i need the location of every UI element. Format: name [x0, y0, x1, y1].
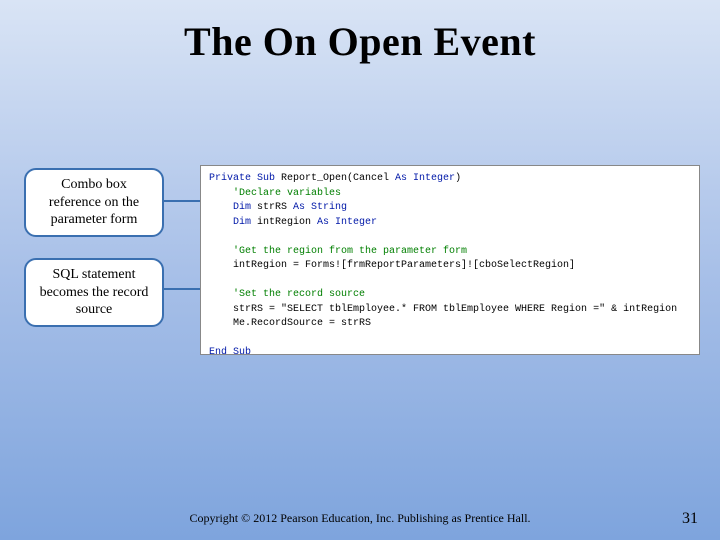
page-number: 31	[682, 510, 698, 528]
code-text: Report_Open(Cancel	[275, 173, 395, 184]
callout-sql-statement: SQL statement becomes the record source	[24, 258, 164, 327]
code-text: intRegion = Forms![frmReportParameters]!…	[209, 260, 575, 271]
code-text: )	[455, 173, 461, 184]
code-kw: Dim	[209, 202, 251, 213]
code-kw: As Integer	[395, 173, 455, 184]
code-comment: 'Set the record source	[209, 289, 365, 300]
slide-title: The On Open Event	[0, 0, 720, 65]
code-text: strRS	[251, 202, 293, 213]
code-screenshot: Private Sub Report_Open(Cancel As Intege…	[200, 165, 700, 355]
code-kw: End Sub	[209, 347, 251, 355]
code-kw: Dim	[209, 217, 251, 228]
code-kw: As String	[293, 202, 347, 213]
callout-combo-box: Combo box reference on the parameter for…	[24, 168, 164, 237]
code-kw: As Integer	[317, 217, 377, 228]
code-text: Me.RecordSource = strRS	[209, 318, 371, 329]
copyright-footer: Copyright © 2012 Pearson Education, Inc.…	[0, 511, 720, 526]
code-text: intRegion	[251, 217, 317, 228]
code-comment: 'Get the region from the parameter form	[209, 246, 467, 257]
code-text: strRS = "SELECT tblEmployee.* FROM tblEm…	[209, 304, 677, 315]
code-comment: 'Declare variables	[209, 188, 341, 199]
code-kw: Private Sub	[209, 173, 275, 184]
